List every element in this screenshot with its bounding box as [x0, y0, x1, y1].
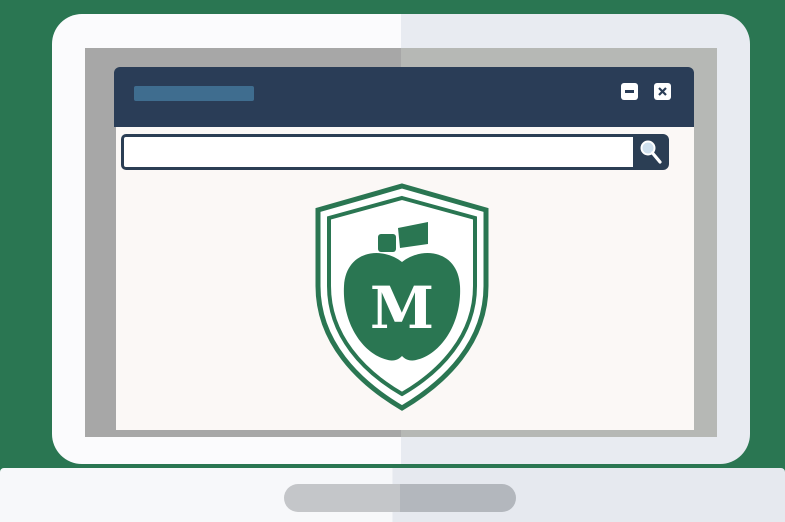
close-icon — [658, 87, 667, 96]
search-input[interactable] — [121, 134, 635, 170]
window-titlebar — [114, 67, 694, 127]
apple-leaf-left — [378, 234, 396, 252]
minimize-button[interactable] — [621, 83, 638, 100]
magnifier-icon — [640, 140, 662, 164]
logo-letter: M — [370, 274, 434, 342]
school-logo: M — [315, 183, 489, 411]
trackpad — [284, 484, 516, 512]
search-button[interactable] — [633, 134, 669, 170]
window-title-placeholder — [134, 86, 254, 101]
close-button[interactable] — [654, 83, 671, 100]
